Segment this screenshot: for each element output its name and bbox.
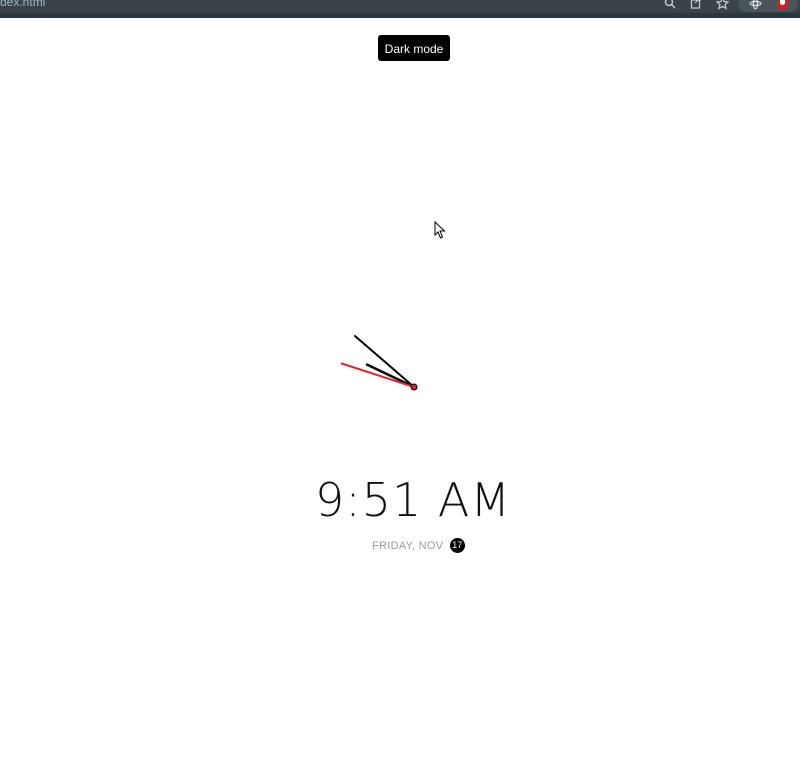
address-bar-url[interactable]: dex.html [0,0,45,9]
second-hand [340,362,415,388]
dark-mode-button[interactable]: Dark mode [378,35,450,61]
extensions-area [738,0,798,12]
star-icon[interactable] [714,0,730,11]
search-icon[interactable] [663,0,677,11]
clock-center-pin [410,383,418,391]
extensions-icon[interactable] [748,0,762,11]
date-label: FRIDAY, NOV [372,539,444,552]
day-badge: 17 [449,538,465,554]
digital-time: 9:51 AM [314,473,512,527]
analog-clock [340,335,418,391]
profile-icon[interactable] [777,0,788,9]
date-display: FRIDAY, NOV 17 [372,537,465,555]
mouse-cursor-icon [434,221,446,239]
browser-toolbar: dex.html [0,0,800,13]
minute-hand [354,335,415,388]
share-icon[interactable] [689,0,703,11]
toolbar-divider [0,13,800,18]
